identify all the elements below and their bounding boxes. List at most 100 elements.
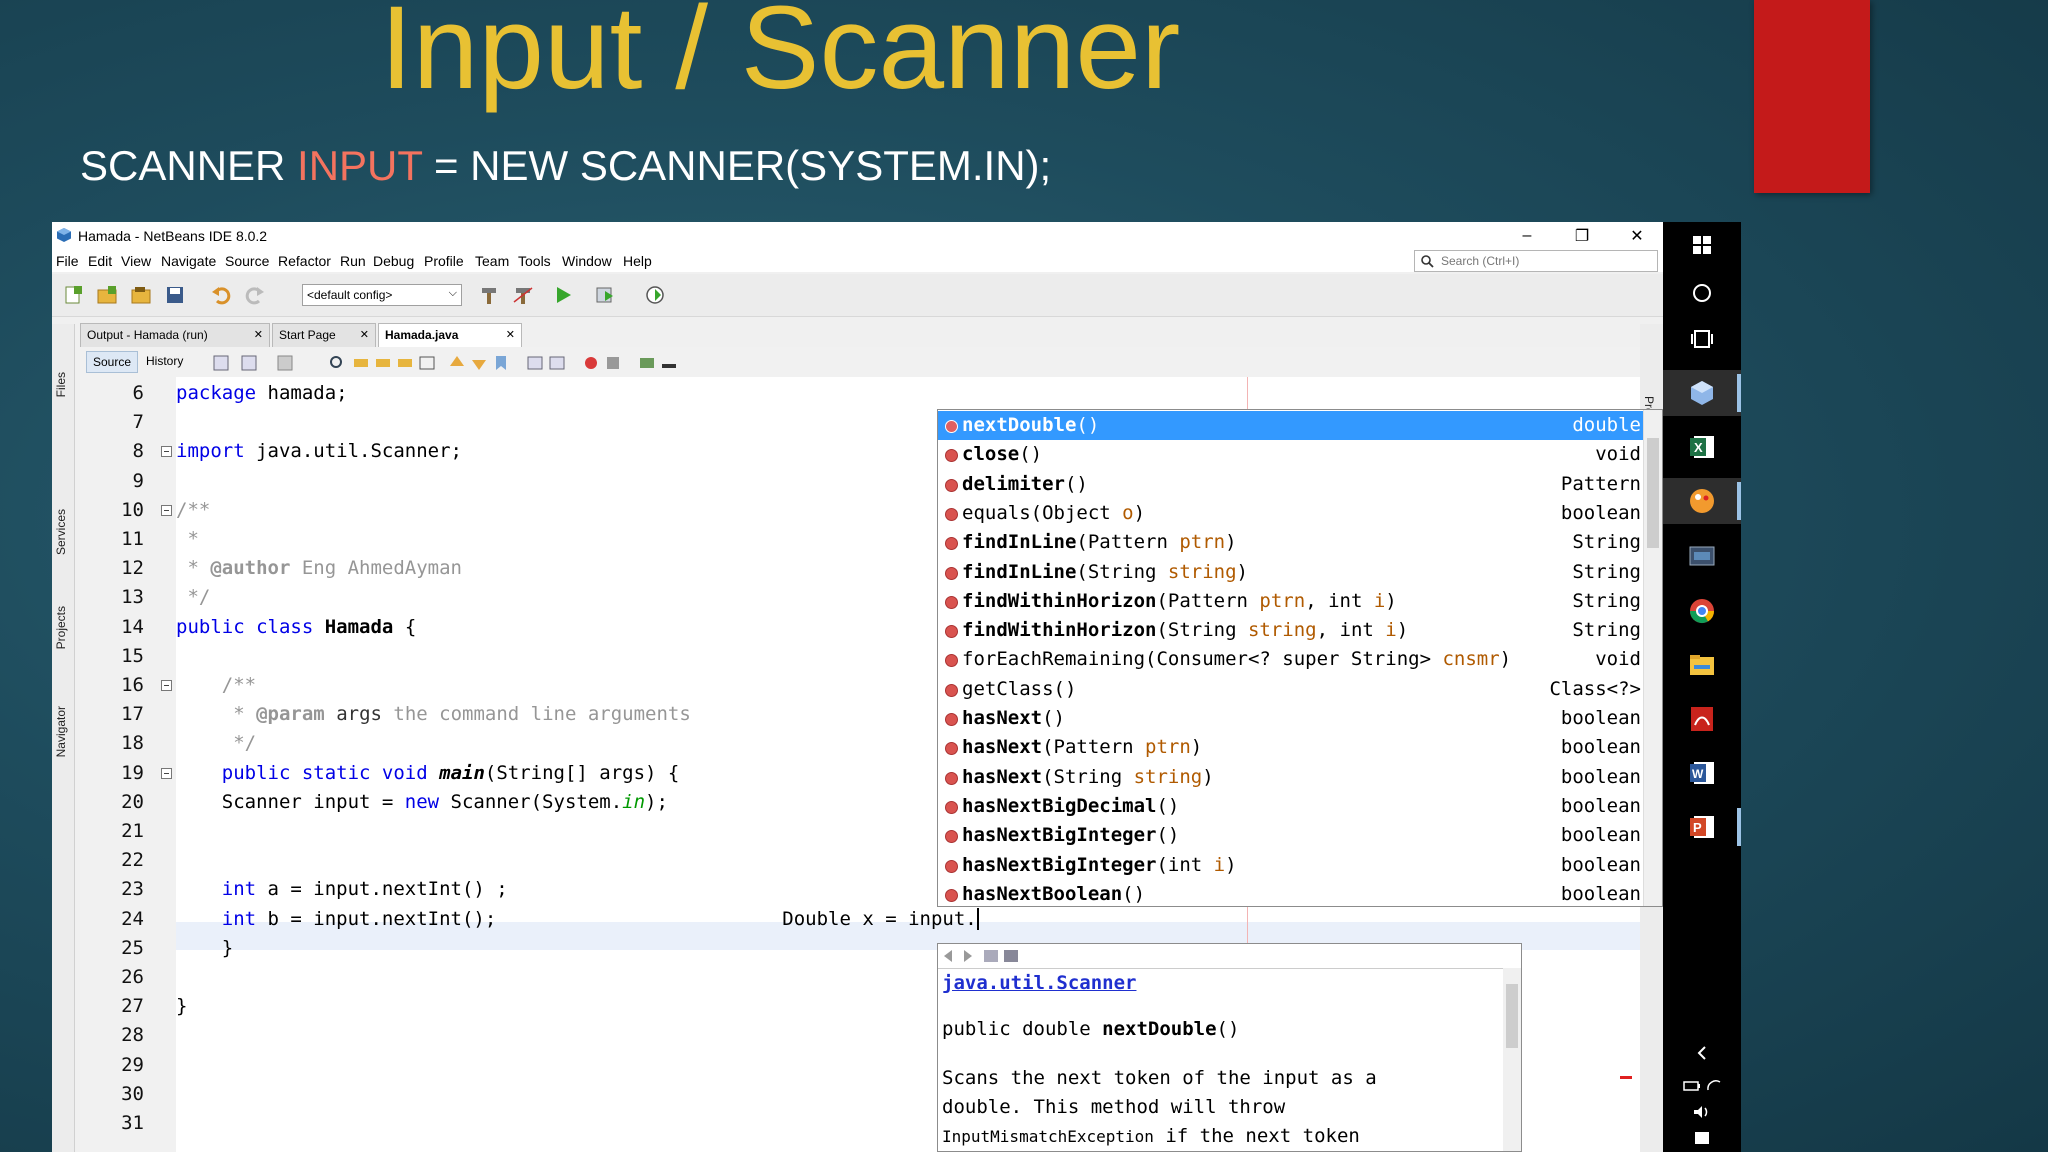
- completion-item[interactable]: hasNextBigDecimal() boolean: [938, 792, 1643, 821]
- redo-icon[interactable]: [242, 282, 268, 308]
- debug-project-icon[interactable]: [592, 282, 618, 308]
- previous-bookmark-icon[interactable]: [448, 354, 466, 372]
- javadoc-class-link[interactable]: java.util.Scanner: [942, 972, 1136, 994]
- excel-icon[interactable]: X: [1663, 424, 1741, 470]
- tab-output[interactable]: Output - Hamada (run) ✕: [80, 323, 270, 347]
- new-project-icon[interactable]: [94, 282, 120, 308]
- restore-button[interactable]: ❐: [1560, 222, 1604, 250]
- services-panel-tab[interactable]: Services: [54, 509, 68, 555]
- close-icon[interactable]: ✕: [254, 328, 263, 341]
- tab-hamada-java[interactable]: Hamada.java ✕: [378, 323, 522, 347]
- menu-source[interactable]: Source: [225, 253, 269, 269]
- completion-item[interactable]: equals(Object o) boolean: [938, 499, 1643, 528]
- start-macro-icon[interactable]: [582, 354, 600, 372]
- find-icon[interactable]: [328, 354, 346, 372]
- build-hammer-icon[interactable]: [476, 282, 502, 308]
- acrobat-icon[interactable]: [1663, 696, 1741, 742]
- navigator-panel-tab[interactable]: Navigator: [54, 706, 68, 757]
- notification-icon[interactable]: [1663, 1126, 1741, 1150]
- completion-item[interactable]: getClass() Class<?>: [938, 675, 1643, 704]
- shift-left-icon[interactable]: [526, 354, 544, 372]
- shift-right-icon[interactable]: [548, 354, 566, 372]
- undo-icon[interactable]: [208, 282, 234, 308]
- completion-item[interactable]: hasNext(String string) boolean: [938, 763, 1643, 792]
- windows-start-icon[interactable]: [1663, 222, 1741, 268]
- new-file-icon[interactable]: [60, 282, 86, 308]
- open-project-icon[interactable]: [128, 282, 154, 308]
- completion-item[interactable]: nextDouble() double: [938, 411, 1643, 440]
- save-all-icon[interactable]: [162, 282, 188, 308]
- completion-item[interactable]: hasNextBoolean() boolean: [938, 880, 1643, 906]
- completion-item[interactable]: close() void: [938, 440, 1643, 469]
- completion-item[interactable]: findWithinHorizon(String string, int i) S…: [938, 616, 1643, 645]
- volume-icon[interactable]: [1663, 1100, 1741, 1124]
- menu-profile[interactable]: Profile: [424, 253, 464, 269]
- close-icon[interactable]: ✕: [360, 328, 369, 341]
- files-panel-tab[interactable]: Files: [54, 372, 68, 397]
- forward-icon[interactable]: [276, 354, 294, 372]
- minimize-button[interactable]: –: [1505, 222, 1549, 250]
- search-input[interactable]: Search (Ctrl+I): [1414, 250, 1658, 272]
- toggle-highlight-icon[interactable]: [418, 354, 436, 372]
- completion-item[interactable]: findWithinHorizon(Pattern ptrn, int i) St…: [938, 587, 1643, 616]
- task-view-icon[interactable]: [1663, 316, 1741, 362]
- completion-item[interactable]: forEachRemaining(Consumer<? super String…: [938, 645, 1643, 674]
- projects-panel-tab[interactable]: Projects: [54, 606, 68, 649]
- uncomment-icon[interactable]: [660, 354, 678, 372]
- code-line[interactable]: int b = input.nextInt(); Double x = inpu…: [176, 905, 1640, 934]
- paint-app-icon[interactable]: [1663, 478, 1741, 524]
- powerpoint-icon[interactable]: P: [1663, 804, 1741, 850]
- run-project-icon[interactable]: [550, 282, 576, 308]
- file-explorer-icon[interactable]: [1663, 642, 1741, 688]
- completion-scroll-thumb[interactable]: [1647, 438, 1659, 548]
- virtualbox-icon[interactable]: [1663, 370, 1741, 416]
- menu-team[interactable]: Team: [475, 253, 509, 269]
- close-button[interactable]: ✕: [1615, 222, 1659, 250]
- completion-item[interactable]: hasNext(Pattern ptrn) boolean: [938, 733, 1643, 762]
- chrome-icon[interactable]: [1663, 588, 1741, 634]
- fold-toggle-icon[interactable]: [161, 504, 172, 516]
- cortana-search-icon[interactable]: [1663, 270, 1741, 316]
- find-selection-icon[interactable]: [396, 354, 414, 372]
- history-view-button[interactable]: History: [140, 351, 189, 373]
- menu-edit[interactable]: Edit: [88, 253, 112, 269]
- javadoc-scroll-thumb[interactable]: [1506, 984, 1518, 1048]
- completion-item[interactable]: delimiter() Pattern: [938, 470, 1643, 499]
- fold-toggle-icon[interactable]: [161, 446, 172, 458]
- menu-file[interactable]: File: [56, 253, 79, 269]
- next-bookmark-icon[interactable]: [470, 354, 488, 372]
- menu-view[interactable]: View: [121, 253, 151, 269]
- word-icon[interactable]: W: [1663, 750, 1741, 796]
- menu-help[interactable]: Help: [623, 253, 652, 269]
- tab-start-page[interactable]: Start Page ✕: [272, 323, 376, 347]
- close-icon[interactable]: ✕: [506, 328, 515, 341]
- menu-navigate[interactable]: Navigate: [161, 253, 216, 269]
- completion-item[interactable]: hasNext() boolean: [938, 704, 1643, 733]
- completion-item[interactable]: findInLine(Pattern ptrn) String: [938, 528, 1643, 557]
- completion-item[interactable]: findInLine(String string) String: [938, 558, 1643, 587]
- screen-app-icon[interactable]: [1663, 534, 1741, 580]
- toggle-bookmark-icon[interactable]: [492, 354, 510, 372]
- menu-window[interactable]: Window: [562, 253, 612, 269]
- error-stripe-mark[interactable]: [1620, 1076, 1632, 1079]
- menu-run[interactable]: Run: [340, 253, 366, 269]
- fold-toggle-icon[interactable]: [161, 767, 172, 779]
- code-completion-popup[interactable]: nextDouble() double close() void delimiter()…: [937, 409, 1663, 907]
- find-previous-icon[interactable]: [352, 354, 370, 372]
- battery-icon[interactable]: [1663, 1074, 1741, 1098]
- javadoc-nav-icons[interactable]: [942, 948, 1022, 964]
- fold-toggle-icon[interactable]: [161, 680, 172, 691]
- stop-macro-icon[interactable]: [604, 354, 622, 372]
- back-icon[interactable]: [240, 354, 258, 372]
- menu-debug[interactable]: Debug: [373, 253, 414, 269]
- menu-tools[interactable]: Tools: [518, 253, 551, 269]
- completion-item[interactable]: hasNextBigInteger() boolean: [938, 821, 1643, 850]
- find-next-icon[interactable]: [374, 354, 392, 372]
- config-select[interactable]: <default config> ⌵: [302, 284, 462, 306]
- completion-item[interactable]: hasNextBigInteger(int i) boolean: [938, 851, 1643, 880]
- chevron-left-icon[interactable]: [1663, 1038, 1741, 1068]
- completion-scrollbar[interactable]: [1643, 410, 1662, 906]
- code-line[interactable]: package hamada;: [176, 379, 1640, 408]
- last-edit-icon[interactable]: [212, 354, 230, 372]
- profile-project-icon[interactable]: [642, 282, 668, 308]
